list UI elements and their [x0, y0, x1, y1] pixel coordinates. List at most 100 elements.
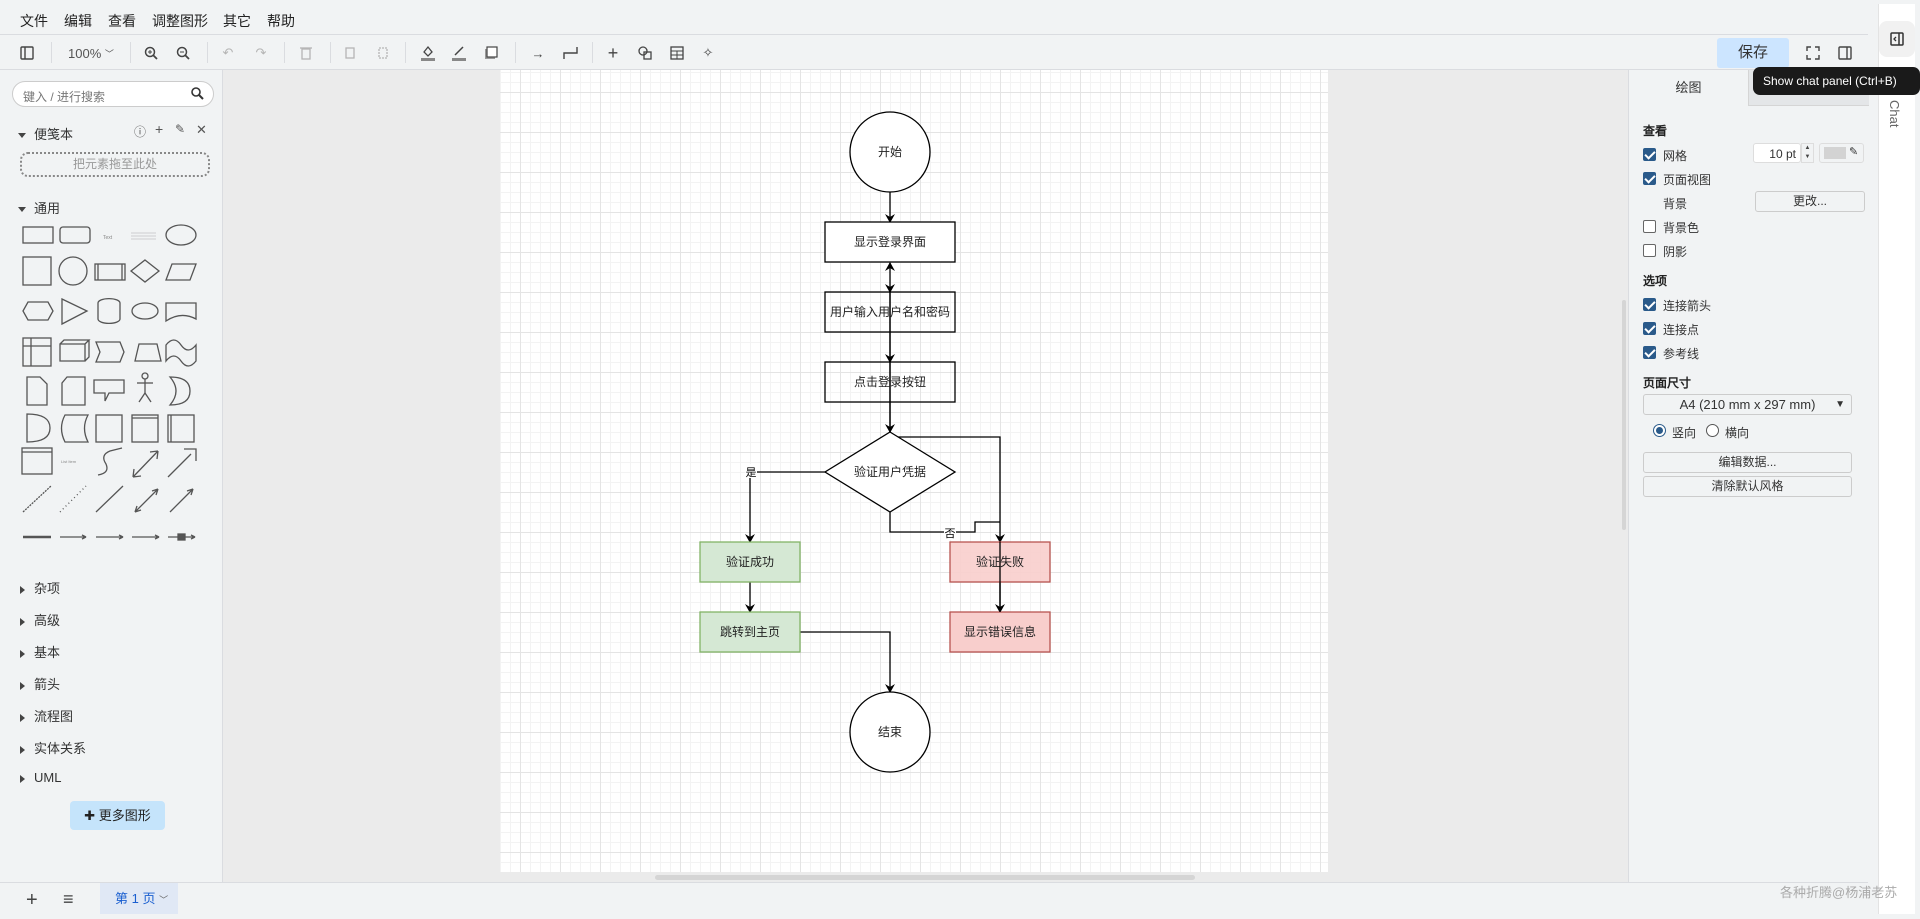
- connection-points-checkbox[interactable]: [1643, 322, 1656, 335]
- divider: [130, 42, 131, 63]
- panel-left-icon: [1890, 32, 1904, 46]
- zoom-in-icon[interactable]: [141, 43, 161, 63]
- landscape-radio[interactable]: [1706, 424, 1719, 437]
- background-color-checkbox[interactable]: [1643, 220, 1656, 233]
- show-chat-panel-button[interactable]: [1879, 21, 1915, 57]
- scratchpad-header[interactable]: 便笺本: [18, 124, 73, 143]
- search-input[interactable]: 键入 / 进行搜索: [12, 81, 214, 107]
- menu-edit[interactable]: 编辑: [64, 11, 92, 31]
- shapes-icon[interactable]: [635, 43, 655, 63]
- node-end-label: 结束: [878, 725, 902, 739]
- grid-size-input[interactable]: 10 pt: [1753, 143, 1801, 163]
- category-advanced[interactable]: 高级: [20, 610, 60, 629]
- zoom-out-icon[interactable]: [173, 43, 193, 63]
- general-title: 通用: [34, 201, 61, 216]
- more-shapes-button[interactable]: ✚ 更多图形: [70, 801, 165, 830]
- pages-menu-icon[interactable]: ≡: [63, 889, 74, 910]
- connection-arrow-icon[interactable]: →: [528, 43, 548, 63]
- connection-arrows-checkbox[interactable]: [1643, 298, 1656, 311]
- svg-text:List Item: List Item: [61, 459, 77, 464]
- scratchpad-drop-zone[interactable]: 把元素拖至此处: [20, 152, 210, 177]
- edit-data-button[interactable]: 编辑数据...: [1643, 452, 1852, 473]
- edge-verify-yes[interactable]: [745, 471, 825, 543]
- chevron-down-icon: ﹀: [159, 895, 169, 905]
- category-entity-relation[interactable]: 实体关系: [20, 738, 86, 757]
- page-size-select[interactable]: A4 (210 mm x 297 mm) ▼: [1643, 394, 1852, 415]
- to-back-icon[interactable]: [373, 43, 393, 63]
- chat-tab-label[interactable]: Chat: [1887, 100, 1902, 127]
- waypoints-icon[interactable]: [561, 43, 581, 63]
- diagram-canvas[interactable]: 开始 显示登录界面 用户输入用户名和密码 点击登录按钮 验证用户凭据 验证成功 …: [223, 70, 1628, 882]
- grid-color-button[interactable]: ✎: [1819, 143, 1864, 163]
- category-label: 高级: [34, 613, 61, 628]
- menu-file[interactable]: 文件: [20, 11, 48, 31]
- table-icon[interactable]: [667, 43, 687, 63]
- edit-pencil-icon[interactable]: ✎: [175, 122, 185, 136]
- to-front-icon[interactable]: [340, 43, 360, 63]
- more-shapes-label: 更多图形: [98, 808, 151, 823]
- chevron-down-icon: ▼: [1835, 399, 1845, 410]
- category-arrows[interactable]: 箭头: [20, 674, 60, 693]
- category-misc[interactable]: 杂项: [20, 578, 60, 597]
- view-section-title: 查看: [1643, 124, 1668, 138]
- format-panel-toggle-icon[interactable]: [1835, 43, 1855, 63]
- grid-checkbox[interactable]: [1643, 148, 1656, 161]
- sparkle-ai-icon[interactable]: ✧: [698, 43, 718, 63]
- category-flowchart[interactable]: 流程图: [20, 706, 73, 725]
- line-color-icon[interactable]: [449, 43, 469, 63]
- node-success-label: 验证成功: [726, 554, 774, 569]
- edge-home-to-end[interactable]: [800, 631, 895, 693]
- caret-right-icon: [20, 617, 25, 626]
- page-size-section-title: 页面尺寸: [1643, 376, 1692, 390]
- zoom-dropdown[interactable]: 100% ﹀: [63, 43, 119, 63]
- menu-view[interactable]: 查看: [108, 11, 136, 31]
- menu-help[interactable]: 帮助: [267, 11, 295, 31]
- menu-extras[interactable]: 其它: [223, 11, 251, 31]
- search-icon[interactable]: [190, 86, 204, 103]
- svg-text:Text: Text: [103, 235, 113, 241]
- close-icon[interactable]: ✕: [196, 122, 207, 138]
- save-button[interactable]: 保存: [1717, 38, 1789, 68]
- page-view-checkbox[interactable]: [1643, 172, 1656, 185]
- category-basic[interactable]: 基本: [20, 642, 60, 661]
- divider: [330, 42, 331, 63]
- horizontal-scrollbar[interactable]: [655, 875, 1195, 880]
- grid-size-stepper[interactable]: ▲ ▼: [1801, 143, 1814, 163]
- guides-checkbox[interactable]: [1643, 346, 1656, 359]
- add-icon[interactable]: +: [155, 121, 163, 137]
- eyedropper-icon: ✎: [1849, 146, 1859, 158]
- category-uml[interactable]: UML: [20, 770, 61, 785]
- add-page-icon[interactable]: +: [26, 889, 38, 912]
- plus-icon: ✚: [84, 808, 96, 823]
- diagram-page[interactable]: 开始 显示登录界面 用户输入用户名和密码 点击登录按钮 验证用户凭据 验证成功 …: [500, 70, 1328, 872]
- flowchart[interactable]: 开始 显示登录界面 用户输入用户名和密码 点击登录按钮 验证用户凭据 验证成功 …: [500, 70, 1328, 872]
- change-background-button[interactable]: 更改...: [1755, 191, 1865, 212]
- shadow-icon[interactable]: [481, 43, 501, 63]
- fullscreen-icon[interactable]: [1803, 43, 1823, 63]
- caret-right-icon: [20, 649, 25, 658]
- tab-diagram[interactable]: 绘图: [1629, 70, 1748, 106]
- connection-arrows-label: 连接箭头: [1663, 299, 1712, 313]
- delete-icon[interactable]: [296, 43, 316, 63]
- insert-plus-icon[interactable]: +: [603, 43, 623, 63]
- menu-arrange[interactable]: 调整图形: [152, 11, 208, 31]
- shape-palette[interactable]: Text List Item: [18, 215, 208, 625]
- chat-panel-strip: Chat: [1878, 4, 1915, 914]
- divider: [515, 42, 516, 63]
- redo-icon[interactable]: ↷: [251, 43, 271, 63]
- node-show-error-label: 显示错误信息: [964, 624, 1036, 639]
- portrait-radio[interactable]: [1653, 424, 1666, 437]
- caret-down-icon: [18, 207, 26, 213]
- undo-icon[interactable]: ↶: [218, 43, 238, 63]
- options-section-title: 选项: [1643, 274, 1668, 288]
- sidebar-toggle-icon[interactable]: [17, 43, 37, 63]
- clear-default-style-button[interactable]: 清除默认风格: [1643, 476, 1852, 497]
- help-icon[interactable]: ⓘ: [134, 123, 146, 140]
- shadow-checkbox[interactable]: [1643, 244, 1656, 257]
- fill-color-icon[interactable]: [418, 43, 438, 63]
- guides-label: 参考线: [1663, 347, 1700, 361]
- vertical-scrollbar[interactable]: [1622, 300, 1626, 530]
- page-size-value: A4 (210 mm x 297 mm): [1679, 397, 1816, 412]
- page-tab-1[interactable]: 第 1 页 ﹀: [100, 883, 178, 914]
- node-verify-label: 验证用户凭据: [854, 464, 926, 479]
